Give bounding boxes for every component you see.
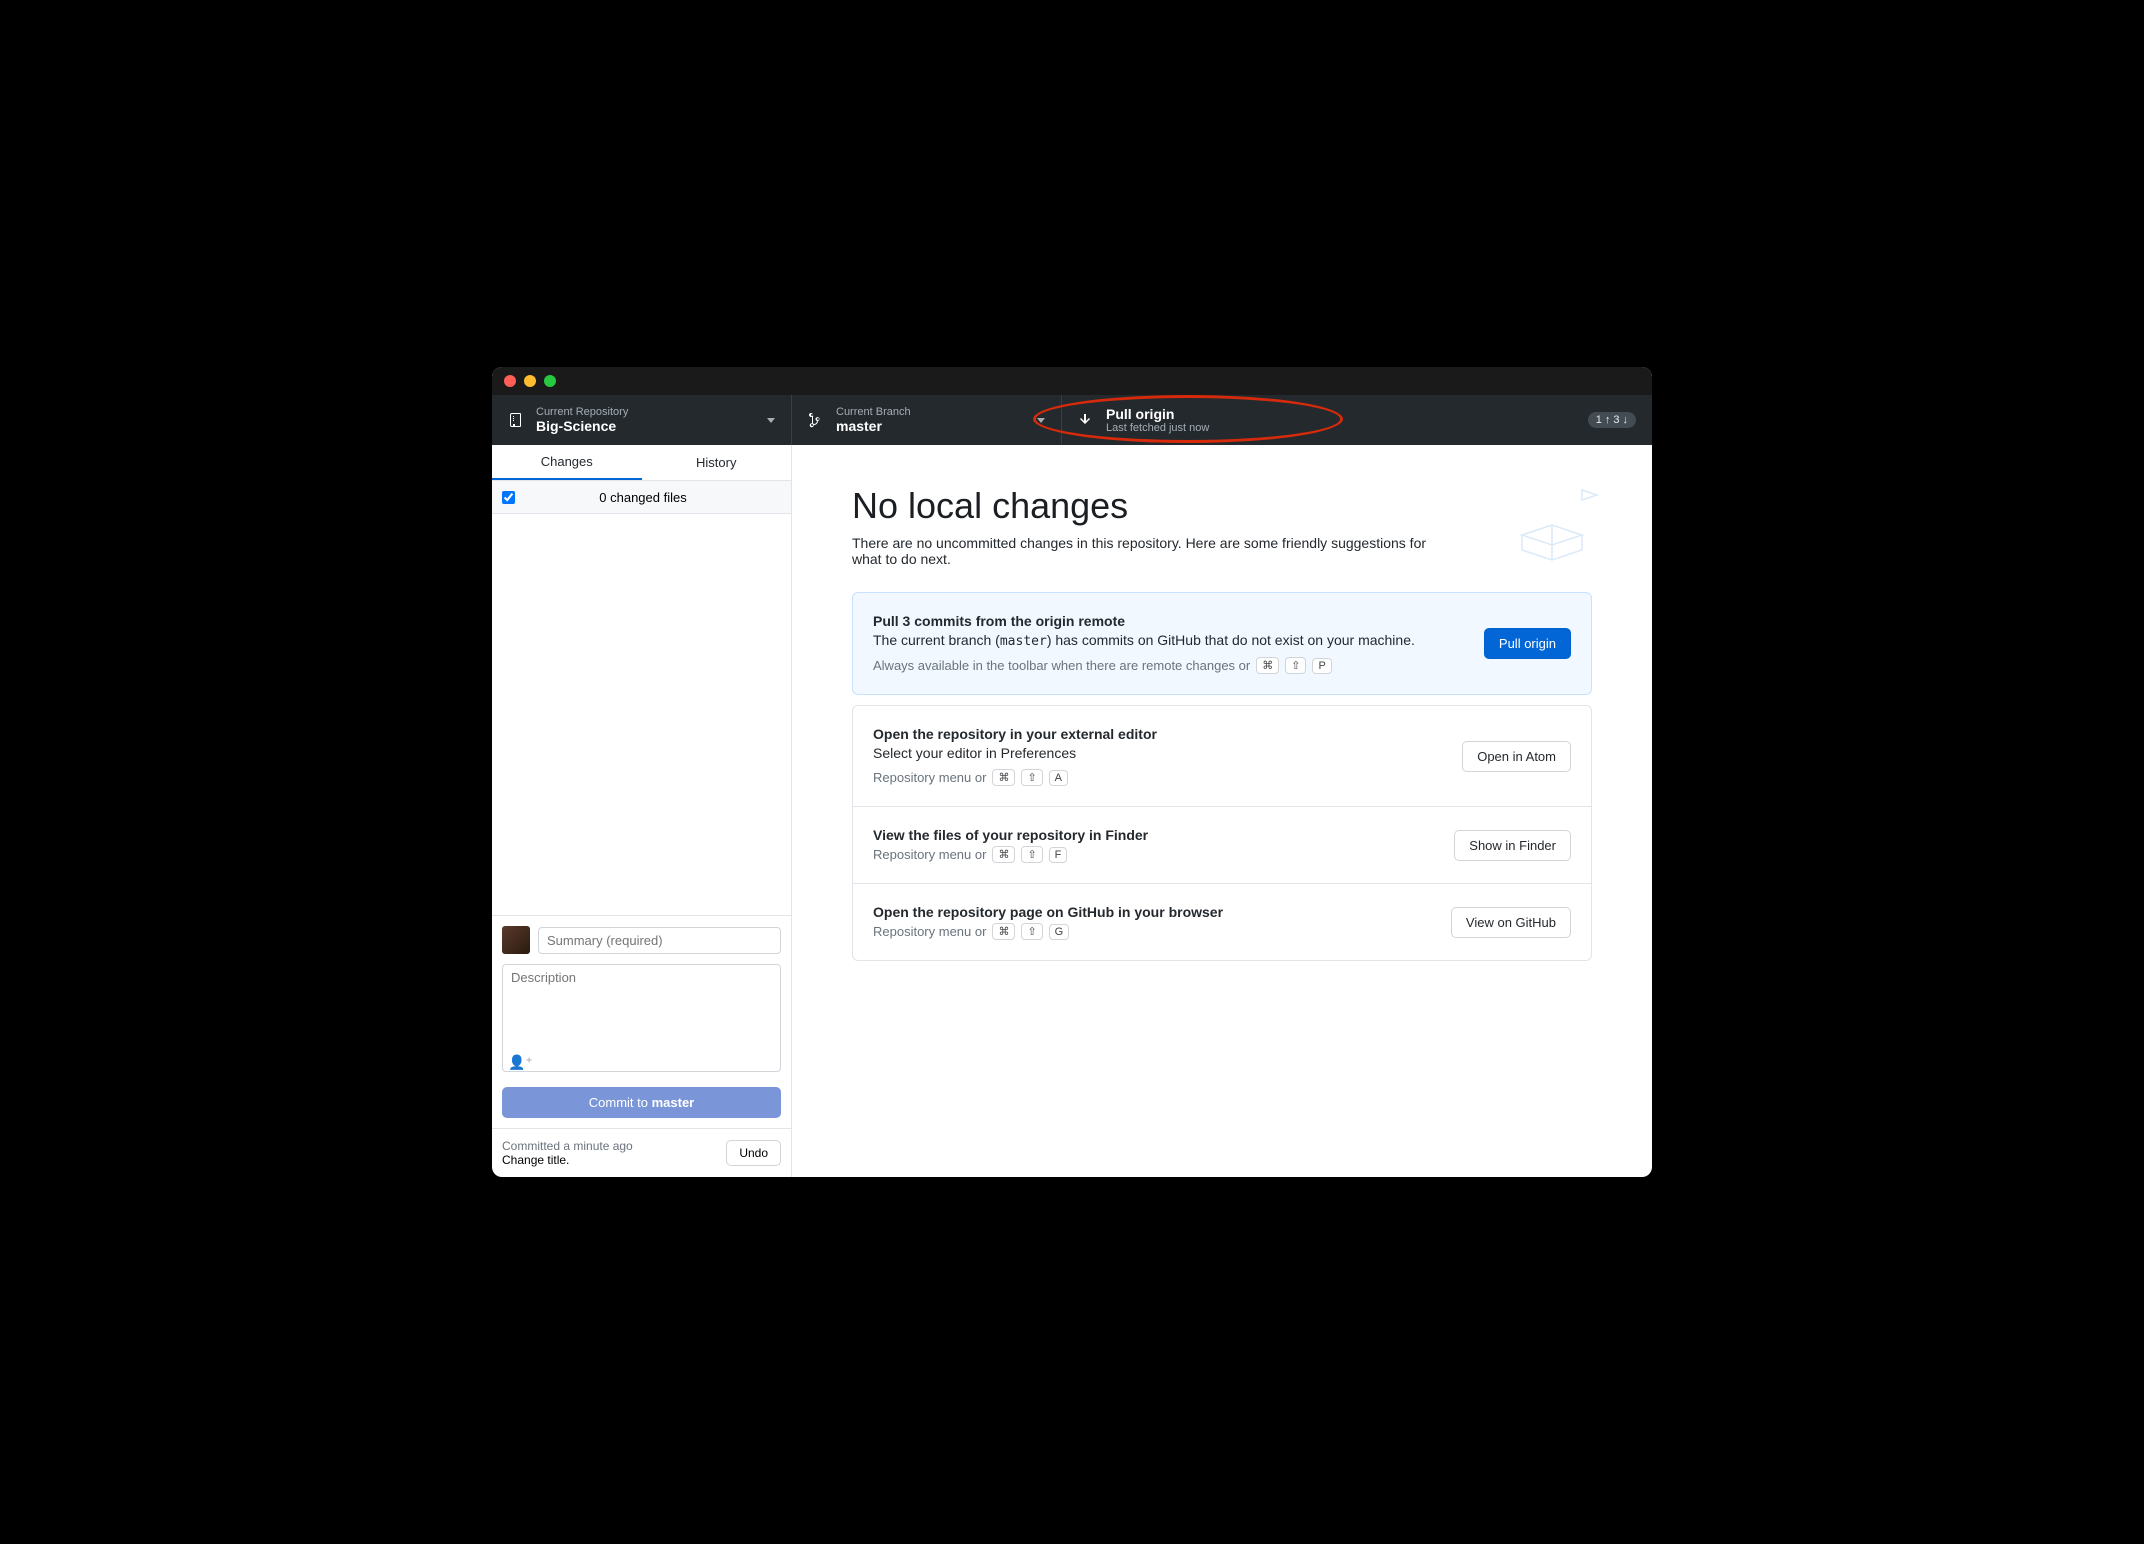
page-subtitle: There are no uncommitted changes in this… (852, 535, 1452, 567)
tab-history[interactable]: History (642, 445, 792, 480)
editor-card-title: Open the repository in your external edi… (873, 726, 1442, 742)
pull-card-hint: Always available in the toolbar when the… (873, 657, 1464, 674)
view-github-button[interactable]: View on GitHub (1451, 907, 1571, 938)
kbd: ⌘ (992, 923, 1015, 940)
pull-origin-toolbar-button[interactable]: Pull origin Last fetched just now 1 ↑ 3 … (1062, 395, 1652, 445)
changed-files-row: 0 changed files (492, 481, 791, 514)
repo-icon (508, 412, 524, 428)
kbd: G (1049, 924, 1070, 940)
body: Changes History 0 changed files 👤⁺ Commi… (492, 445, 1652, 1177)
kbd: F (1049, 847, 1068, 863)
chevron-down-icon (1037, 418, 1045, 423)
pull-text: Pull origin Last fetched just now (1106, 406, 1576, 434)
suggestion-stack: Open the repository in your external edi… (852, 705, 1592, 961)
avatar (502, 926, 530, 954)
editor-card-hint: Repository menu or ⌘ ⇧ A (873, 769, 1442, 786)
page-title: No local changes (852, 485, 1592, 527)
select-all-checkbox[interactable] (502, 491, 515, 504)
chevron-down-icon (767, 418, 775, 423)
changed-files-label: 0 changed files (525, 490, 781, 505)
github-card: Open the repository page on GitHub in yo… (853, 883, 1591, 960)
commit-prefix: Commit to (589, 1095, 652, 1110)
finder-card-title: View the files of your repository in Fin… (873, 827, 1434, 843)
window-maximize-button[interactable] (544, 375, 556, 387)
commit-button[interactable]: Commit to master (502, 1087, 781, 1118)
arrow-up-icon: ↑ (1605, 414, 1611, 426)
co-author-icon[interactable]: 👤⁺ (508, 1054, 533, 1071)
undo-button[interactable]: Undo (726, 1140, 781, 1166)
kbd: ⌘ (992, 769, 1015, 786)
pull-card-desc: The current branch (master) has commits … (873, 632, 1464, 649)
kbd: ⇧ (1285, 657, 1306, 674)
badge-up-count: 1 (1596, 414, 1602, 426)
app-window: Current Repository Big-Science Current B… (492, 367, 1652, 1177)
download-icon (1078, 412, 1094, 428)
summary-input[interactable] (538, 927, 781, 954)
github-card-hint: Repository menu or ⌘ ⇧ G (873, 923, 1431, 940)
undo-message: Change title. (502, 1153, 718, 1167)
description-input[interactable] (502, 964, 781, 1072)
repo-value: Big-Science (536, 418, 755, 434)
undo-box: Committed a minute ago Change title. Und… (492, 1128, 791, 1177)
kbd: ⌘ (992, 846, 1015, 863)
editor-card: Open the repository in your external edi… (853, 706, 1591, 806)
commit-branch: master (652, 1095, 695, 1110)
pull-origin-button[interactable]: Pull origin (1484, 628, 1571, 659)
show-finder-button[interactable]: Show in Finder (1454, 830, 1571, 861)
kbd: P (1312, 658, 1331, 674)
illustration (1512, 485, 1612, 565)
pull-card: Pull 3 commits from the origin remote Th… (852, 592, 1592, 695)
finder-card-hint: Repository menu or ⌘ ⇧ F (873, 846, 1434, 863)
main-content: No local changes There are no uncommitte… (792, 445, 1652, 1177)
undo-meta: Committed a minute ago (502, 1139, 718, 1153)
editor-card-desc: Select your editor in Preferences (873, 745, 1442, 761)
kbd: A (1049, 770, 1068, 786)
window-close-button[interactable] (504, 375, 516, 387)
kbd: ⇧ (1021, 769, 1042, 786)
branch-selector[interactable]: Current Branch master (792, 395, 1062, 445)
repo-text: Current Repository Big-Science (536, 406, 755, 434)
branch-icon (808, 412, 824, 428)
preferences-link[interactable]: Preferences (1001, 745, 1076, 761)
pull-label: Pull origin (1106, 406, 1576, 422)
sidebar: Changes History 0 changed files 👤⁺ Commi… (492, 445, 792, 1177)
branch-label: Current Branch (836, 406, 1025, 418)
commit-box: 👤⁺ Commit to master (492, 915, 791, 1128)
github-card-title: Open the repository page on GitHub in yo… (873, 904, 1431, 920)
titlebar (492, 367, 1652, 395)
pull-card-title: Pull 3 commits from the origin remote (873, 613, 1464, 629)
badge-down-count: 3 (1613, 414, 1619, 426)
finder-card: View the files of your repository in Fin… (853, 806, 1591, 883)
kbd: ⇧ (1021, 846, 1042, 863)
open-editor-button[interactable]: Open in Atom (1462, 741, 1571, 772)
kbd: ⇧ (1021, 923, 1042, 940)
arrow-down-icon: ↓ (1623, 414, 1629, 426)
changes-list (492, 514, 791, 915)
repo-selector[interactable]: Current Repository Big-Science (492, 395, 792, 445)
sidebar-tabs: Changes History (492, 445, 791, 481)
window-minimize-button[interactable] (524, 375, 536, 387)
kbd: ⌘ (1256, 657, 1279, 674)
repo-label: Current Repository (536, 406, 755, 418)
tab-changes[interactable]: Changes (492, 445, 642, 480)
toolbar: Current Repository Big-Science Current B… (492, 395, 1652, 445)
pull-sub: Last fetched just now (1106, 422, 1576, 434)
branch-text: Current Branch master (836, 406, 1025, 434)
pull-badge: 1 ↑ 3 ↓ (1588, 412, 1636, 428)
branch-value: master (836, 418, 1025, 434)
